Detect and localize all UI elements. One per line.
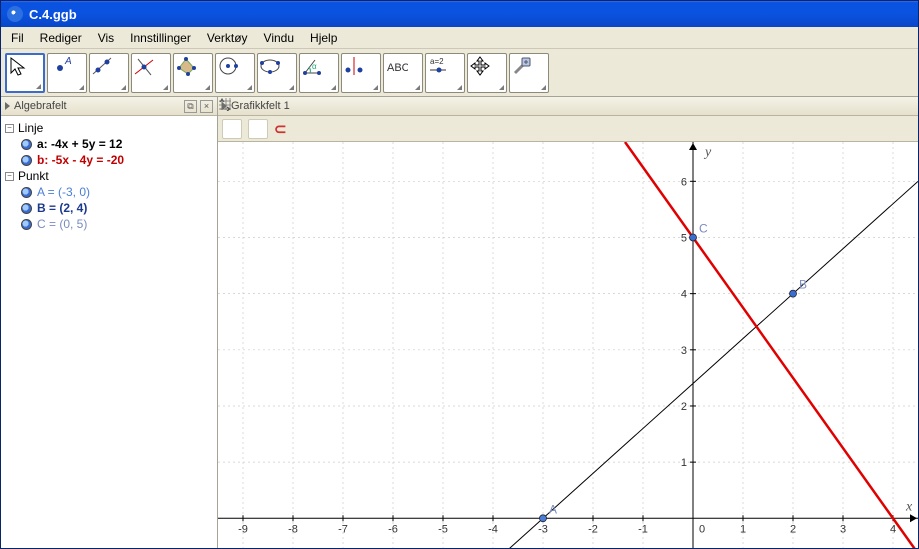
menu-vindu[interactable]: Vindu (256, 29, 302, 47)
tool-reflect[interactable] (341, 53, 381, 93)
menu-innstillinger[interactable]: Innstillinger (122, 29, 199, 47)
tool-move[interactable] (5, 53, 45, 93)
svg-text:1: 1 (740, 523, 746, 535)
svg-text:4: 4 (890, 523, 896, 535)
magnet-icon[interactable]: ⊂ (274, 120, 287, 138)
tool-text[interactable]: ABC (383, 53, 423, 93)
tree-group[interactable]: −Punkt (3, 168, 215, 184)
svg-text:1: 1 (681, 457, 687, 469)
undock-icon[interactable]: ⧉ (184, 100, 197, 113)
tree-item[interactable]: B = (2, 4) (3, 200, 215, 216)
tree-item[interactable]: a: -4x + 5y = 12 (3, 136, 215, 152)
svg-text:A: A (549, 502, 557, 516)
svg-text:3: 3 (840, 523, 846, 535)
titlebar: C.4.ggb (1, 1, 918, 27)
grid-toggle[interactable] (248, 119, 268, 139)
svg-text:A: A (64, 56, 72, 67)
svg-text:-2: -2 (588, 523, 598, 535)
menu-rediger[interactable]: Rediger (32, 29, 90, 47)
tree-item[interactable]: A = (-3, 0) (3, 184, 215, 200)
menubar: Fil Rediger Vis Innstillinger Verktøy Vi… (1, 27, 918, 49)
tool-perpendicular[interactable] (131, 53, 171, 93)
svg-text:-7: -7 (338, 523, 348, 535)
svg-text:x: x (905, 499, 913, 514)
menu-vis[interactable]: Vis (90, 29, 122, 47)
svg-text:6: 6 (681, 176, 687, 188)
menu-hjelp[interactable]: Hjelp (302, 29, 345, 47)
tool-ellipse[interactable] (257, 53, 297, 93)
graphics-title: Grafikkfelt 1 (231, 100, 290, 112)
tool-circle[interactable] (215, 53, 255, 93)
svg-text:y: y (703, 145, 712, 160)
svg-text:-3: -3 (538, 523, 548, 535)
svg-text:α: α (312, 62, 317, 71)
svg-text:2: 2 (790, 523, 796, 535)
toolbar: A α ABC a=2 (1, 49, 918, 97)
tree-item[interactable]: b: -5x - 4y = -20 (3, 152, 215, 168)
graphics-panel: Grafikkfelt 1 ⊂ -9 -8 -7 -6 -5 -4 -3 -2 -1 1 2 3 4 0 1… (218, 97, 918, 548)
tool-slider[interactable]: a=2 (425, 53, 465, 93)
tool-point[interactable]: A (47, 53, 87, 93)
svg-text:-1: -1 (638, 523, 648, 535)
collapse-icon[interactable] (5, 102, 10, 110)
svg-text:4: 4 (681, 289, 687, 301)
svg-text:B: B (799, 278, 807, 292)
svg-text:-9: -9 (238, 523, 248, 535)
tool-line[interactable] (89, 53, 129, 93)
svg-text:C: C (699, 221, 708, 235)
svg-text:a=2: a=2 (430, 57, 444, 66)
svg-text:3: 3 (681, 345, 687, 357)
svg-text:-8: -8 (288, 523, 298, 535)
algebra-panel: Algebrafelt ⧉ × −Linjea: -4x + 5y = 12b:… (1, 97, 218, 548)
tree-group[interactable]: −Linje (3, 120, 215, 136)
tool-options[interactable] (509, 53, 549, 93)
svg-text:-4: -4 (488, 523, 498, 535)
tree-item[interactable]: C = (0, 5) (3, 216, 215, 232)
app-icon (7, 6, 23, 22)
window-title: C.4.ggb (29, 7, 77, 22)
tool-angle[interactable]: α (299, 53, 339, 93)
algebra-tree: −Linjea: -4x + 5y = 12b: -5x - 4y = -20−… (1, 116, 217, 236)
graphics-toolbar: ⊂ (218, 116, 918, 142)
svg-text:5: 5 (681, 232, 687, 244)
tool-polygon[interactable] (173, 53, 213, 93)
axes-toggle[interactable] (222, 119, 242, 139)
menu-verktoy[interactable]: Verktøy (199, 29, 256, 47)
algebra-title: Algebrafelt (14, 100, 67, 112)
svg-text:2: 2 (681, 401, 687, 413)
svg-text:-6: -6 (388, 523, 398, 535)
menu-fil[interactable]: Fil (3, 29, 32, 47)
algebra-header[interactable]: Algebrafelt ⧉ × (1, 97, 217, 116)
graphics-header[interactable]: Grafikkfelt 1 (218, 97, 918, 116)
svg-text:ABC: ABC (387, 62, 408, 74)
graphics-view[interactable]: -9 -8 -7 -6 -5 -4 -3 -2 -1 1 2 3 4 0 1 2 3 4 5 6 x y A B C (218, 142, 918, 548)
close-panel-icon[interactable]: × (200, 100, 213, 113)
svg-text:-5: -5 (438, 523, 448, 535)
svg-text:0: 0 (699, 523, 705, 535)
tool-move-graphics[interactable] (467, 53, 507, 93)
